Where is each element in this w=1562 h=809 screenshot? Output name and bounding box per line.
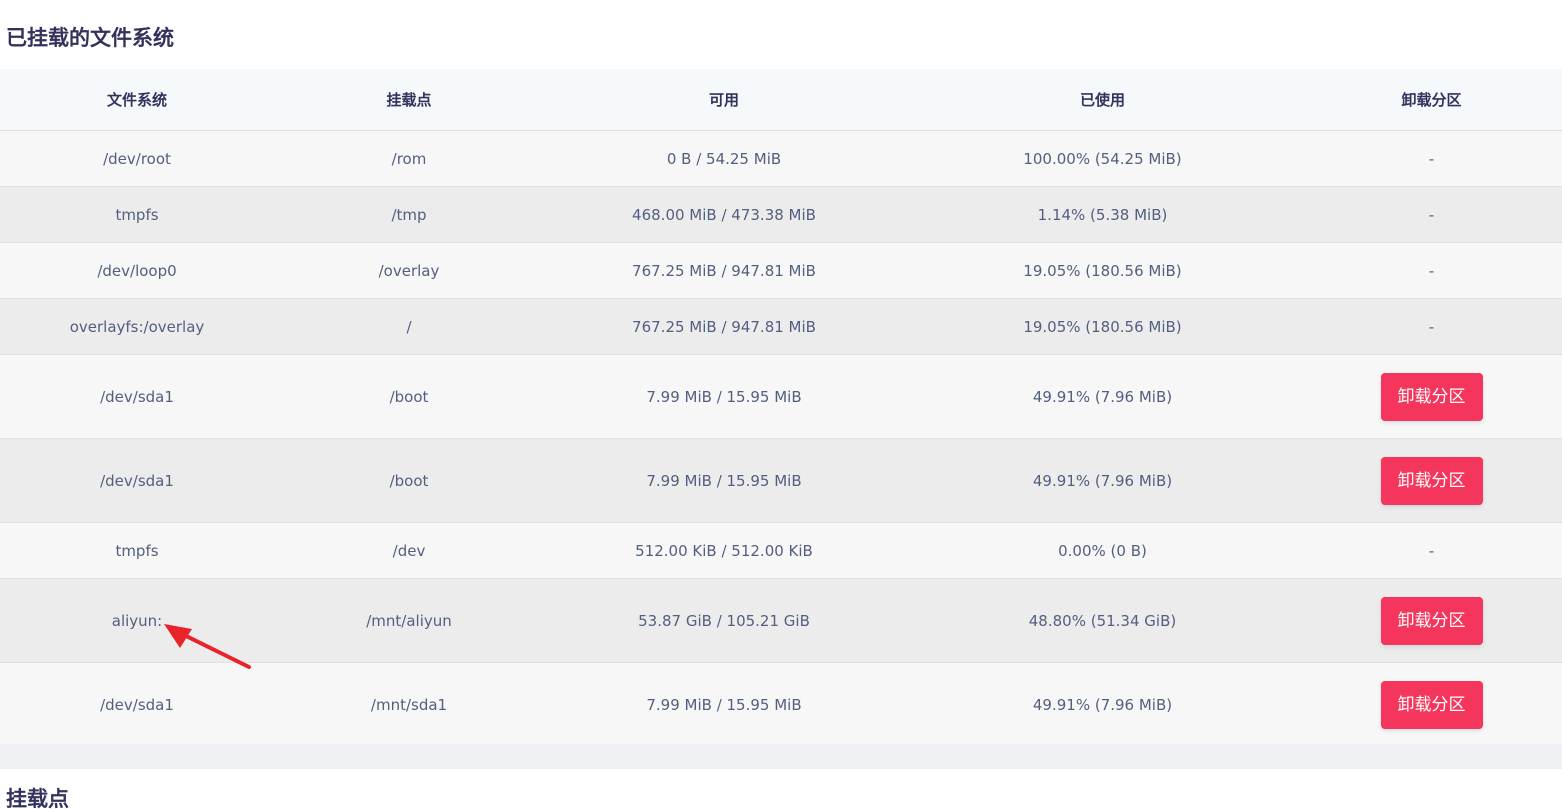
cell-filesystem: overlayfs:/overlay: [69, 317, 205, 336]
cell-used: 49.91% (7.96 MiB): [1032, 471, 1173, 490]
cell-filesystem: /dev/loop0: [97, 261, 177, 280]
header-available: 可用: [708, 91, 739, 109]
cell-available: 53.87 GiB / 105.21 GiB: [638, 611, 810, 630]
table-row: /dev/loop0 /overlay 767.25 MiB / 947.81 …: [0, 242, 1562, 298]
mounted-filesystems-title: 已挂载的文件系统: [6, 26, 174, 50]
cell-filesystem: /dev/sda1: [100, 387, 174, 406]
cell-action-none: -: [1428, 205, 1435, 224]
cell-mountpoint: /tmp: [391, 205, 427, 224]
cell-mountpoint: /rom: [391, 149, 427, 168]
cell-action: 卸载分区: [1301, 596, 1562, 645]
cell-used: 48.80% (51.34 GiB): [1028, 611, 1177, 630]
table-row: tmpfs /dev 512.00 KiB / 512.00 KiB 0.00%…: [0, 522, 1562, 578]
cell-mountpoint: /dev: [392, 541, 426, 560]
cell-mountpoint: /overlay: [378, 261, 440, 280]
unmount-button[interactable]: 卸载分区: [1380, 596, 1483, 645]
cell-available: 767.25 MiB / 947.81 MiB: [632, 317, 816, 336]
header-unmount: 卸载分区: [1401, 91, 1462, 109]
table-row: tmpfs /tmp 468.00 MiB / 473.38 MiB 1.14%…: [0, 186, 1562, 242]
cell-available: 7.99 MiB / 15.95 MiB: [646, 387, 802, 406]
cell-action: 卸载分区: [1301, 372, 1562, 421]
table-footer-band: [0, 744, 1562, 769]
table-header-row: 文件系统 挂载点 可用 已使用 卸载分区: [0, 69, 1562, 130]
cell-filesystem: /dev/sda1: [100, 471, 174, 490]
cell-action-none: -: [1428, 541, 1435, 560]
cell-used: 1.14% (5.38 MiB): [1037, 205, 1168, 224]
cell-available: 7.99 MiB / 15.95 MiB: [646, 695, 802, 714]
cell-mountpoint: /: [406, 317, 412, 336]
unmount-button[interactable]: 卸载分区: [1380, 456, 1483, 505]
table-row: /dev/sda1 /mnt/sda1 7.99 MiB / 15.95 MiB…: [0, 662, 1562, 746]
header-mountpoint: 挂载点: [386, 91, 432, 109]
table-row: overlayfs:/overlay / 767.25 MiB / 947.81…: [0, 298, 1562, 354]
cell-filesystem: /dev/sda1: [100, 695, 174, 714]
unmount-button[interactable]: 卸载分区: [1380, 372, 1483, 421]
table-row: /dev/root /rom 0 B / 54.25 MiB 100.00% (…: [0, 130, 1562, 186]
cell-action-none: -: [1428, 317, 1435, 336]
cell-available: 767.25 MiB / 947.81 MiB: [632, 261, 816, 280]
cell-available: 0 B / 54.25 MiB: [666, 149, 782, 168]
cell-available: 468.00 MiB / 473.38 MiB: [632, 205, 816, 224]
header-filesystem: 文件系统: [106, 91, 167, 109]
cell-used: 0.00% (0 B): [1058, 541, 1147, 560]
cell-action: 卸载分区: [1301, 456, 1562, 505]
cell-used: 49.91% (7.96 MiB): [1032, 387, 1173, 406]
cell-used: 49.91% (7.96 MiB): [1032, 695, 1173, 714]
cell-filesystem: /dev/root: [103, 149, 171, 168]
cell-filesystem: tmpfs: [115, 205, 159, 224]
cell-mountpoint: /mnt/aliyun: [366, 611, 452, 630]
cell-action: 卸载分区: [1301, 680, 1562, 729]
cell-action-none: -: [1428, 261, 1435, 280]
cell-used: 100.00% (54.25 MiB): [1023, 149, 1182, 168]
cell-action-none: -: [1428, 149, 1435, 168]
table-row: /dev/sda1 /boot 7.99 MiB / 15.95 MiB 49.…: [0, 438, 1562, 522]
cell-available: 512.00 KiB / 512.00 KiB: [635, 541, 813, 560]
cell-available: 7.99 MiB / 15.95 MiB: [646, 471, 802, 490]
cell-used: 19.05% (180.56 MiB): [1023, 317, 1182, 336]
unmount-button[interactable]: 卸载分区: [1380, 680, 1483, 729]
header-used: 已使用: [1079, 91, 1125, 109]
cell-mountpoint: /boot: [389, 471, 429, 490]
cell-filesystem: tmpfs: [115, 541, 159, 560]
cell-used: 19.05% (180.56 MiB): [1023, 261, 1182, 280]
table-row: /dev/sda1 /boot 7.99 MiB / 15.95 MiB 49.…: [0, 354, 1562, 438]
cell-mountpoint: /boot: [389, 387, 429, 406]
red-arrow-icon: [164, 624, 251, 669]
page: 已挂载的文件系统 文件系统 挂载点 可用 已使用 卸载分区 /dev/root …: [0, 0, 1562, 809]
cell-mountpoint: /mnt/sda1: [370, 695, 448, 714]
mountpoints-title: 挂载点: [6, 787, 69, 809]
